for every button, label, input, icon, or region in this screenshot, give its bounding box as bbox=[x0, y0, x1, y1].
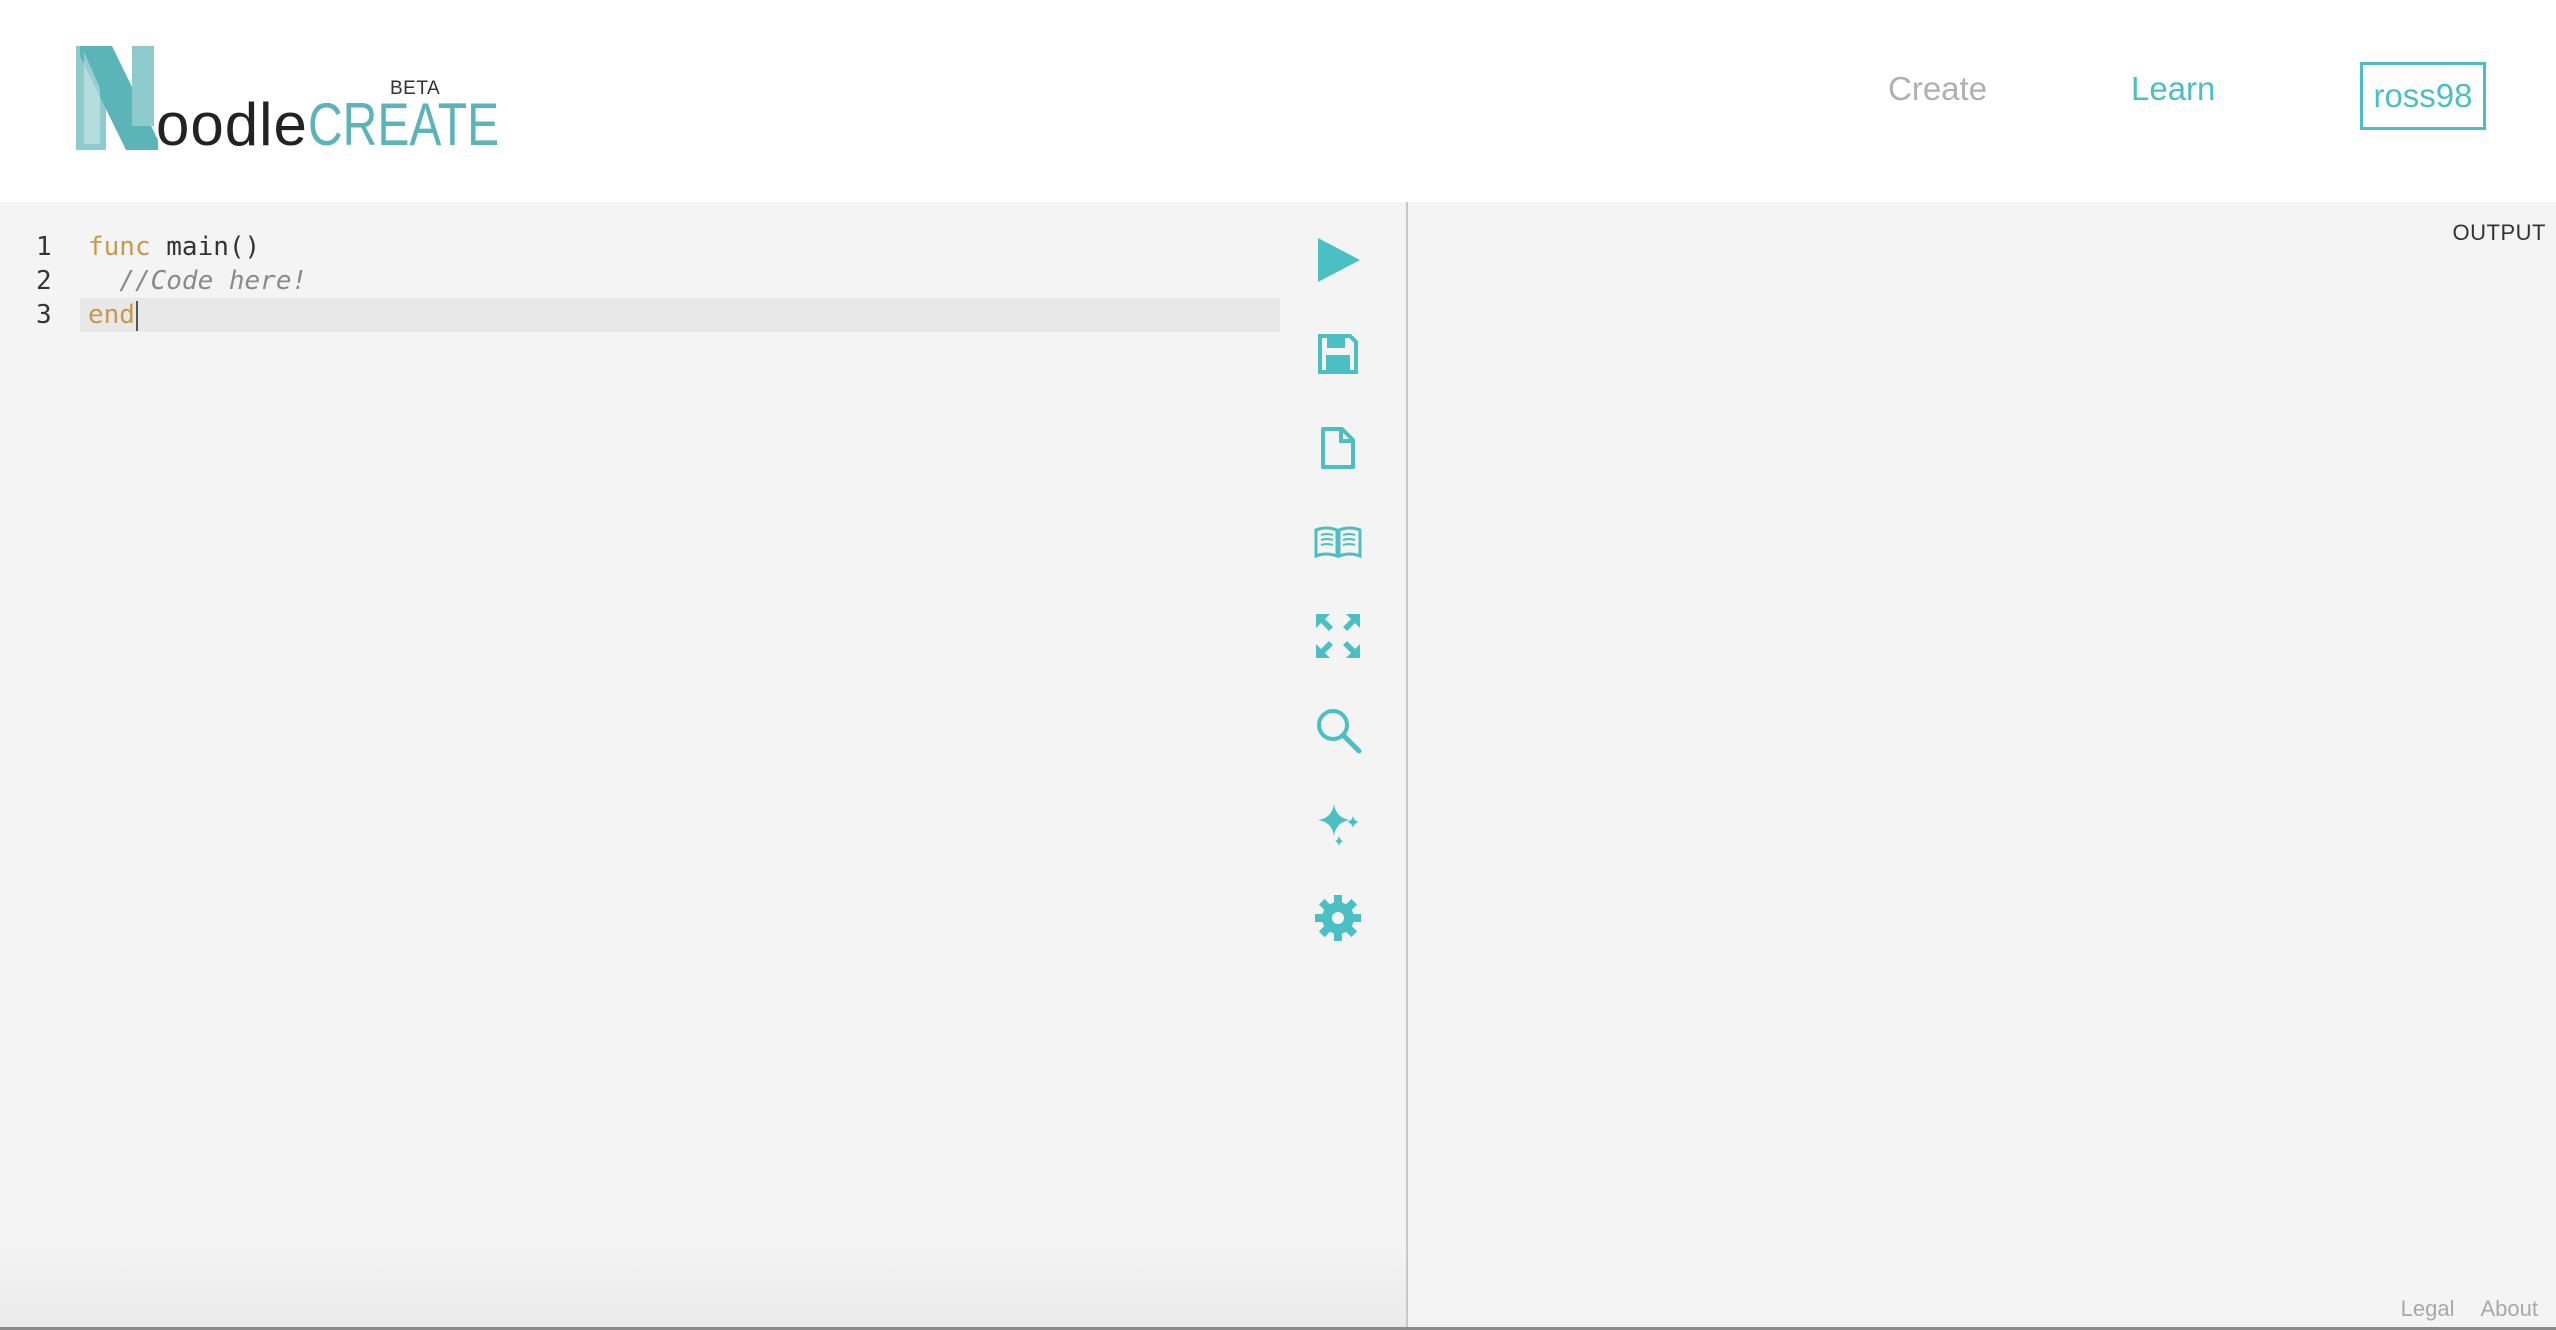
code-line[interactable]: 1 func main() bbox=[0, 230, 1280, 264]
new-file-icon bbox=[1321, 427, 1355, 469]
line-number: 1 bbox=[36, 232, 52, 262]
line-number: 2 bbox=[36, 266, 52, 296]
legal-link[interactable]: Legal bbox=[2401, 1296, 2455, 1322]
line-text: end bbox=[88, 298, 138, 332]
new-file-button[interactable] bbox=[1310, 420, 1366, 476]
text-cursor bbox=[135, 300, 138, 331]
logo-wordmark: oodleCREATE bbox=[156, 92, 547, 158]
line-number: 3 bbox=[36, 300, 52, 330]
line-text: //Code here! bbox=[88, 264, 307, 298]
code-editor[interactable]: 1 func main() 2 //Code here! 3 end bbox=[0, 202, 1406, 1330]
noodle-create-logo[interactable]: oodleCREATE BETA bbox=[74, 40, 499, 160]
docs-button[interactable] bbox=[1310, 514, 1366, 570]
logo-suffix: CREATE bbox=[307, 91, 499, 158]
run-button[interactable] bbox=[1310, 232, 1366, 288]
save-button[interactable] bbox=[1310, 326, 1366, 382]
about-link[interactable]: About bbox=[2481, 1296, 2539, 1322]
fullscreen-button[interactable] bbox=[1310, 608, 1366, 664]
code-lines[interactable]: 1 func main() 2 //Code here! 3 end bbox=[0, 230, 1280, 332]
nav-create-link[interactable]: Create bbox=[1888, 56, 1987, 122]
settings-icon bbox=[1315, 895, 1361, 941]
footer-links: Legal About bbox=[2401, 1296, 2538, 1322]
search-button[interactable] bbox=[1310, 702, 1366, 758]
identifier-token: main() bbox=[150, 232, 261, 262]
beta-badge: BETA bbox=[390, 78, 441, 99]
docs-icon bbox=[1314, 526, 1362, 559]
search-icon bbox=[1317, 709, 1362, 754]
keyword-token: func bbox=[88, 232, 151, 262]
magic-icon bbox=[1318, 804, 1359, 846]
nav-learn-link[interactable]: Learn bbox=[2131, 56, 2215, 122]
settings-button[interactable] bbox=[1310, 890, 1366, 946]
line-text: func main() bbox=[88, 230, 260, 264]
magic-button[interactable] bbox=[1310, 796, 1366, 852]
comment-token: //Code here! bbox=[88, 266, 308, 296]
code-line[interactable]: 2 //Code here! bbox=[0, 264, 1280, 298]
output-label: OUTPUT bbox=[2452, 220, 2546, 245]
logo-n-mark bbox=[76, 46, 158, 150]
run-icon bbox=[1318, 238, 1360, 282]
logo-prefix: oodle bbox=[156, 91, 308, 158]
keyword-token: end bbox=[88, 300, 135, 330]
user-account-button[interactable]: ross98 bbox=[2360, 62, 2486, 130]
header: oodleCREATE BETA Create Learn ross98 bbox=[0, 0, 2556, 202]
code-line-active[interactable]: 3 end bbox=[36, 298, 1280, 332]
editor-bottom-shade bbox=[0, 1240, 1406, 1330]
output-panel: OUTPUT Legal About bbox=[1408, 202, 2556, 1330]
fullscreen-icon bbox=[1316, 614, 1360, 658]
save-icon bbox=[1318, 334, 1358, 374]
